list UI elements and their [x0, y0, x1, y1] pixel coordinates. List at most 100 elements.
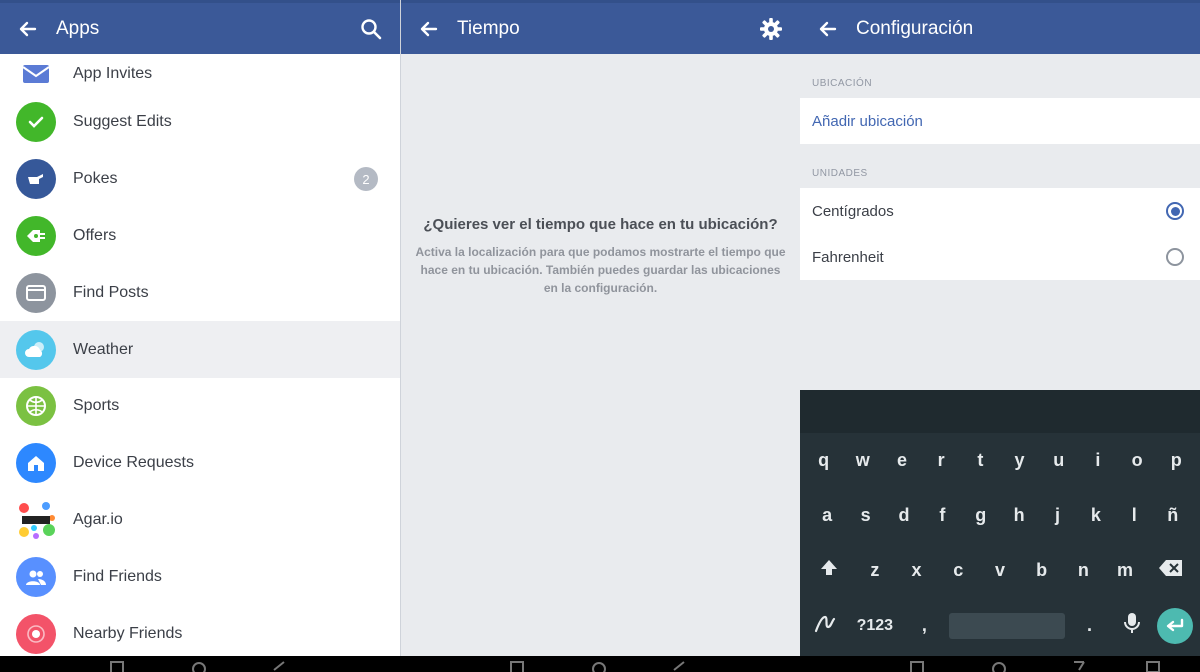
key-c[interactable]: c: [940, 560, 976, 581]
section-header-units: UNIDADES: [812, 168, 868, 179]
key-l[interactable]: l: [1116, 505, 1152, 526]
keyboard-row-3: zxcvbnm: [800, 543, 1200, 598]
empty-state-title: ¿Quieres ver el tiempo que hace en tu ub…: [423, 216, 778, 233]
radio-celsius[interactable]: [1166, 202, 1184, 220]
spacebar[interactable]: [948, 612, 1065, 639]
key-m[interactable]: m: [1107, 560, 1143, 581]
mic-key[interactable]: [1114, 612, 1150, 639]
app-item-find-friends[interactable]: Find Friends: [0, 548, 400, 605]
home-icon[interactable]: [592, 660, 606, 672]
app-item-label: Nearby Friends: [73, 624, 183, 642]
app-item-label: Find Friends: [73, 567, 162, 585]
app-item-app-invites[interactable]: App Invites: [0, 54, 400, 94]
shift-icon: [821, 560, 837, 575]
key-j[interactable]: j: [1040, 505, 1076, 526]
enter-key[interactable]: [1156, 607, 1193, 644]
app-item-weather[interactable]: Weather: [0, 321, 400, 378]
handwriting-key[interactable]: [807, 613, 843, 638]
app-item-device-requests[interactable]: Device Requests: [0, 435, 400, 492]
app-item-suggest-edits[interactable]: Suggest Edits: [0, 94, 400, 151]
key-v[interactable]: v: [982, 560, 1018, 581]
weather-panel: Tiempo ¿Quieres ver el tiempo que hace e…: [400, 0, 800, 656]
backspace-icon: [1159, 560, 1182, 576]
app-item-label: App Invites: [73, 65, 153, 82]
key-e[interactable]: e: [884, 450, 920, 471]
unit-label: Fahrenheit: [812, 248, 884, 266]
key-n[interactable]: n: [1065, 560, 1101, 581]
keyboard-row-1: qwertyuiop: [800, 433, 1200, 488]
keyboard-suggestion-strip: [800, 390, 1200, 433]
app-item-label: Offers: [73, 226, 117, 244]
key-b[interactable]: b: [1024, 560, 1060, 581]
app-list: App Invites Suggest Edits Pokes 2 Offers: [0, 54, 400, 656]
back-nav-icon[interactable]: [272, 660, 286, 672]
key-k[interactable]: k: [1078, 505, 1114, 526]
backspace-key[interactable]: [1146, 559, 1196, 582]
keyboard-row-4: ?123 , .: [800, 598, 1200, 653]
key-ñ[interactable]: ñ: [1155, 505, 1191, 526]
weather-empty-state: ¿Quieres ver el tiempo que hace en tu ub…: [401, 216, 800, 297]
cloud-sun-icon: [16, 329, 56, 370]
comma-key[interactable]: ,: [906, 615, 942, 636]
back-button[interactable]: [814, 15, 842, 43]
key-o[interactable]: o: [1119, 450, 1155, 471]
key-x[interactable]: x: [899, 560, 935, 581]
key-h[interactable]: h: [1001, 505, 1037, 526]
keyboard-switch-icon[interactable]: [1146, 660, 1160, 672]
unit-option-celsius[interactable]: Centígrados: [800, 188, 1200, 234]
key-w[interactable]: w: [845, 450, 881, 471]
key-i[interactable]: i: [1080, 450, 1116, 471]
app-item-nearby-friends[interactable]: Nearby Friends: [0, 605, 400, 656]
key-g[interactable]: g: [963, 505, 999, 526]
search-button[interactable]: [356, 14, 386, 44]
key-f[interactable]: f: [924, 505, 960, 526]
key-d[interactable]: d: [886, 505, 922, 526]
handwriting-icon: [815, 615, 836, 633]
nearby-icon: [16, 613, 56, 654]
ball-icon: [16, 386, 56, 427]
back-nav-icon[interactable]: [672, 660, 686, 672]
shift-key[interactable]: [804, 557, 854, 584]
unit-option-fahrenheit[interactable]: Fahrenheit: [800, 234, 1200, 280]
key-u[interactable]: u: [1041, 450, 1077, 471]
key-q[interactable]: q: [806, 450, 842, 471]
app-item-agar-io[interactable]: Agar.io: [0, 492, 400, 549]
app-item-label: Pokes: [73, 170, 118, 188]
settings-button[interactable]: [756, 14, 786, 44]
app-item-find-posts[interactable]: Find Posts: [0, 264, 400, 321]
key-z[interactable]: z: [857, 560, 893, 581]
config-header: Configuración: [800, 0, 1200, 54]
count-badge: 2: [354, 167, 378, 192]
system-navigation-bar: [0, 656, 1200, 672]
recents-icon[interactable]: [510, 660, 524, 672]
app-item-offers[interactable]: Offers: [0, 208, 400, 265]
back-nav-icon[interactable]: [1072, 660, 1086, 672]
recents-icon[interactable]: [110, 660, 124, 672]
key-a[interactable]: a: [809, 505, 845, 526]
symbols-key[interactable]: ?123: [850, 617, 900, 635]
recents-icon[interactable]: [910, 660, 924, 672]
add-location-row[interactable]: Añadir ubicación: [800, 98, 1200, 144]
key-t[interactable]: t: [962, 450, 998, 471]
key-y[interactable]: y: [1002, 450, 1038, 471]
period-key[interactable]: .: [1072, 615, 1108, 636]
home-icon[interactable]: [192, 660, 206, 672]
radio-fahrenheit[interactable]: [1166, 248, 1184, 266]
keyboard-row-3-letters: zxcvbnm: [854, 560, 1146, 581]
config-panel: Configuración UBICACIÓN Añadir ubicación…: [800, 0, 1200, 656]
key-s[interactable]: s: [848, 505, 884, 526]
radio-selected-dot: [1170, 206, 1180, 216]
key-r[interactable]: r: [923, 450, 959, 471]
home-icon[interactable]: [992, 660, 1006, 672]
app-item-label: Device Requests: [73, 454, 194, 472]
add-location-link[interactable]: Añadir ubicación: [812, 113, 923, 130]
arrow-left-icon: [420, 21, 438, 36]
back-button[interactable]: [415, 15, 443, 43]
key-p[interactable]: p: [1158, 450, 1194, 471]
unit-label: Centígrados: [812, 202, 894, 220]
app-item-pokes[interactable]: Pokes 2: [0, 151, 400, 208]
app-item-label: Find Posts: [73, 283, 149, 301]
app-item-sports[interactable]: Sports: [0, 378, 400, 435]
back-button[interactable]: [14, 15, 42, 43]
offer-tag-icon: [16, 215, 56, 256]
